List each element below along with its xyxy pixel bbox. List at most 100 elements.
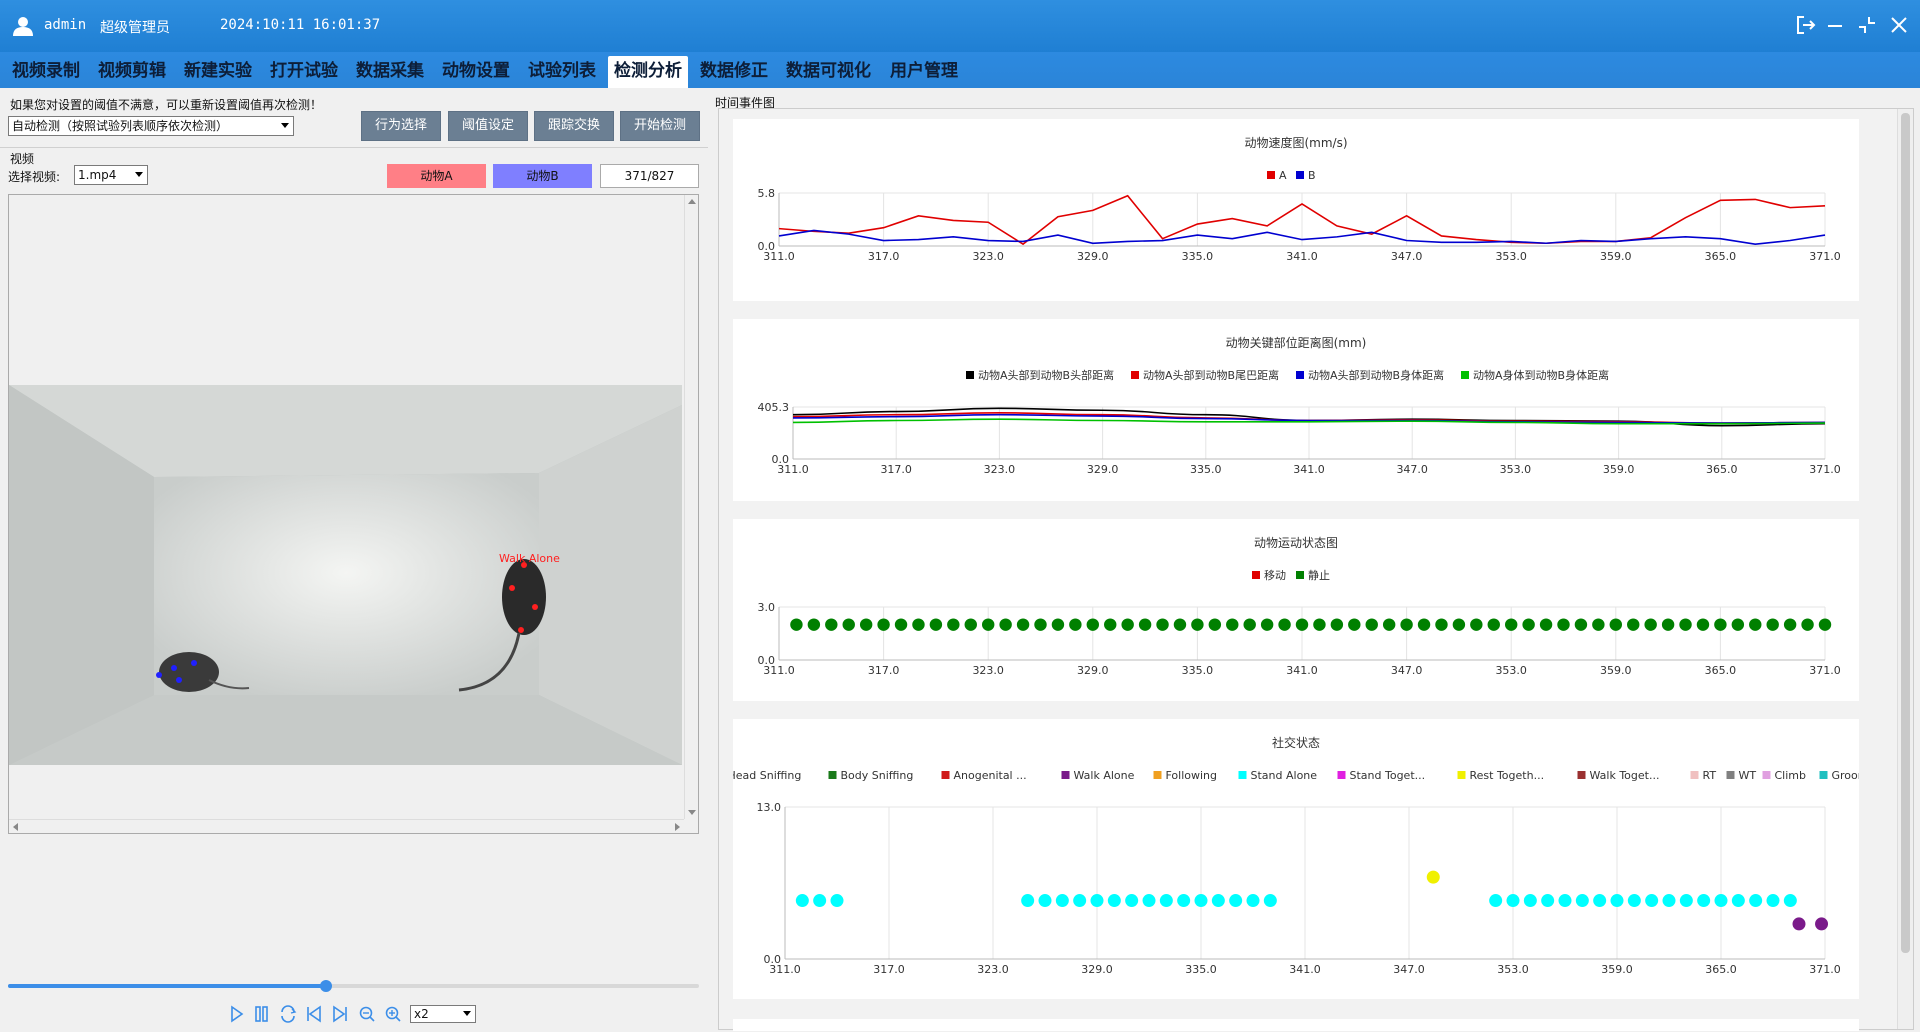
data-point bbox=[1662, 894, 1676, 908]
data-point bbox=[1263, 894, 1277, 908]
legend-label: RT bbox=[1703, 769, 1717, 782]
legend-swatch bbox=[1061, 771, 1070, 779]
menu-data-visualization[interactable]: 数据可视化 bbox=[780, 56, 877, 88]
data-point bbox=[1278, 618, 1291, 631]
legend-label: 动物A头部到动物B头部距离 bbox=[978, 368, 1114, 382]
left-panel: 如果您对设置的阈值不满意，可以重新设置阈值再次检测！ 自动检测（按照试验列表顺序… bbox=[0, 88, 710, 1032]
y-tick-label: 0.0 bbox=[758, 654, 776, 667]
scroll-left-icon[interactable] bbox=[13, 823, 18, 831]
zoom-in-icon[interactable] bbox=[385, 1006, 401, 1022]
menu-open-experiment[interactable]: 打开试验 bbox=[264, 56, 344, 88]
data-point bbox=[877, 618, 890, 631]
menu-video-edit[interactable]: 视频剪辑 bbox=[92, 56, 172, 88]
charts-scrollbar-thumb[interactable] bbox=[1901, 113, 1910, 953]
x-tick-label: 353.0 bbox=[1500, 463, 1532, 476]
data-point bbox=[1539, 618, 1553, 631]
x-tick-label: 365.0 bbox=[1705, 250, 1737, 263]
data-point bbox=[1505, 618, 1518, 631]
legend-swatch bbox=[1457, 771, 1466, 779]
data-point bbox=[1783, 894, 1797, 908]
previous-frame-icon[interactable] bbox=[307, 1005, 321, 1023]
data-point bbox=[1435, 618, 1448, 631]
data-point bbox=[1194, 894, 1208, 908]
animal-a-badge[interactable]: 动物A bbox=[387, 164, 486, 188]
data-point bbox=[1142, 894, 1156, 908]
data-point bbox=[947, 618, 960, 631]
x-tick-label: 341.0 bbox=[1293, 463, 1325, 476]
data-point bbox=[1034, 618, 1047, 631]
data-point bbox=[1592, 618, 1605, 631]
data-point bbox=[1541, 894, 1555, 908]
menu-video-record[interactable]: 视频录制 bbox=[6, 56, 86, 88]
playback-progress-track[interactable] bbox=[8, 980, 699, 992]
x-tick-label: 323.0 bbox=[977, 963, 1009, 976]
legend-swatch bbox=[1577, 771, 1586, 779]
track-swap-button[interactable]: 跟踪交换 bbox=[534, 111, 614, 141]
x-tick-label: 341.0 bbox=[1286, 664, 1318, 677]
charts-scrollbar[interactable] bbox=[1897, 109, 1913, 1029]
charts-scroll-area[interactable]: 动物速度图(mm/s) A B 311.0 317.0 323.0 329.0 335.0 34… bbox=[715, 108, 1914, 1031]
data-point bbox=[1073, 894, 1087, 908]
menu-new-experiment[interactable]: 新建实验 bbox=[178, 56, 258, 88]
data-point bbox=[1090, 894, 1104, 908]
data-point bbox=[1489, 894, 1503, 908]
detection-mode-select[interactable]: 自动检测（按照试验列表顺序依次检测） bbox=[8, 116, 294, 136]
data-point bbox=[1156, 618, 1169, 631]
select-video-label: 选择视频: bbox=[8, 170, 61, 184]
data-point bbox=[1593, 894, 1607, 908]
data-point bbox=[1107, 894, 1121, 908]
y-tick-label: 405.3 bbox=[758, 401, 790, 414]
chart-title: 社交状态 bbox=[1272, 735, 1320, 750]
horizontal-scrollbar[interactable] bbox=[9, 819, 684, 833]
video-viewport[interactable]: Walk Alone bbox=[8, 194, 699, 834]
legend-label: Walk Toget... bbox=[1590, 769, 1660, 782]
scroll-right-icon[interactable] bbox=[675, 823, 680, 831]
data-point bbox=[894, 618, 908, 631]
data-point bbox=[1749, 894, 1763, 908]
menu-data-correction[interactable]: 数据修正 bbox=[694, 56, 774, 88]
data-point bbox=[1177, 894, 1191, 908]
zoom-out-icon[interactable] bbox=[359, 1006, 375, 1022]
animal-b-badge[interactable]: 动物B bbox=[493, 164, 592, 188]
legend-label: Groom bbox=[1832, 769, 1860, 782]
pause-icon[interactable] bbox=[255, 1006, 268, 1022]
start-detection-button[interactable]: 开始检测 bbox=[620, 111, 700, 141]
x-tick-label: 347.0 bbox=[1393, 963, 1425, 976]
menu-detection-analysis[interactable]: 检测分析 bbox=[608, 56, 688, 88]
data-point bbox=[1159, 894, 1173, 908]
menu-data-collection[interactable]: 数据采集 bbox=[350, 56, 430, 88]
close-icon[interactable] bbox=[1888, 14, 1910, 36]
data-point bbox=[1038, 894, 1052, 908]
vertical-scrollbar[interactable] bbox=[684, 195, 698, 819]
data-point bbox=[1226, 618, 1239, 631]
play-icon[interactable] bbox=[231, 1005, 244, 1023]
minimize-icon[interactable] bbox=[1824, 14, 1846, 36]
player-controls bbox=[228, 1004, 408, 1024]
x-tick-label: 335.0 bbox=[1185, 963, 1217, 976]
data-point bbox=[1627, 894, 1641, 908]
menu-user-management[interactable]: 用户管理 bbox=[884, 56, 964, 88]
legend-label: B bbox=[1308, 169, 1316, 182]
data-point bbox=[1766, 618, 1779, 631]
logout-icon[interactable] bbox=[1795, 14, 1817, 36]
behavior-select-button[interactable]: 行为选择 bbox=[361, 111, 441, 141]
x-tick-label: 323.0 bbox=[972, 664, 1004, 677]
chart-title: 动物速度图(mm/s) bbox=[1244, 135, 1347, 150]
scroll-down-icon[interactable] bbox=[688, 810, 696, 815]
data-point bbox=[795, 894, 809, 908]
playback-progress-handle[interactable] bbox=[319, 980, 332, 992]
legend-label: Stand Toget... bbox=[1350, 769, 1426, 782]
restore-icon[interactable] bbox=[1856, 14, 1878, 36]
menu-animal-settings[interactable]: 动物设置 bbox=[436, 56, 516, 88]
scroll-up-icon[interactable] bbox=[688, 199, 696, 204]
threshold-button[interactable]: 阈值设定 bbox=[448, 111, 528, 141]
menu-experiment-list[interactable]: 试验列表 bbox=[522, 56, 602, 88]
data-point bbox=[1818, 618, 1832, 631]
playback-speed-select[interactable]: x2 bbox=[410, 1005, 476, 1023]
data-point bbox=[1679, 618, 1692, 631]
data-point bbox=[1609, 618, 1622, 631]
x-tick-label: 317.0 bbox=[868, 664, 900, 677]
loop-icon[interactable] bbox=[281, 1005, 297, 1023]
next-frame-icon[interactable] bbox=[333, 1005, 347, 1023]
video-file-select[interactable]: 1.mp4 bbox=[74, 165, 148, 185]
